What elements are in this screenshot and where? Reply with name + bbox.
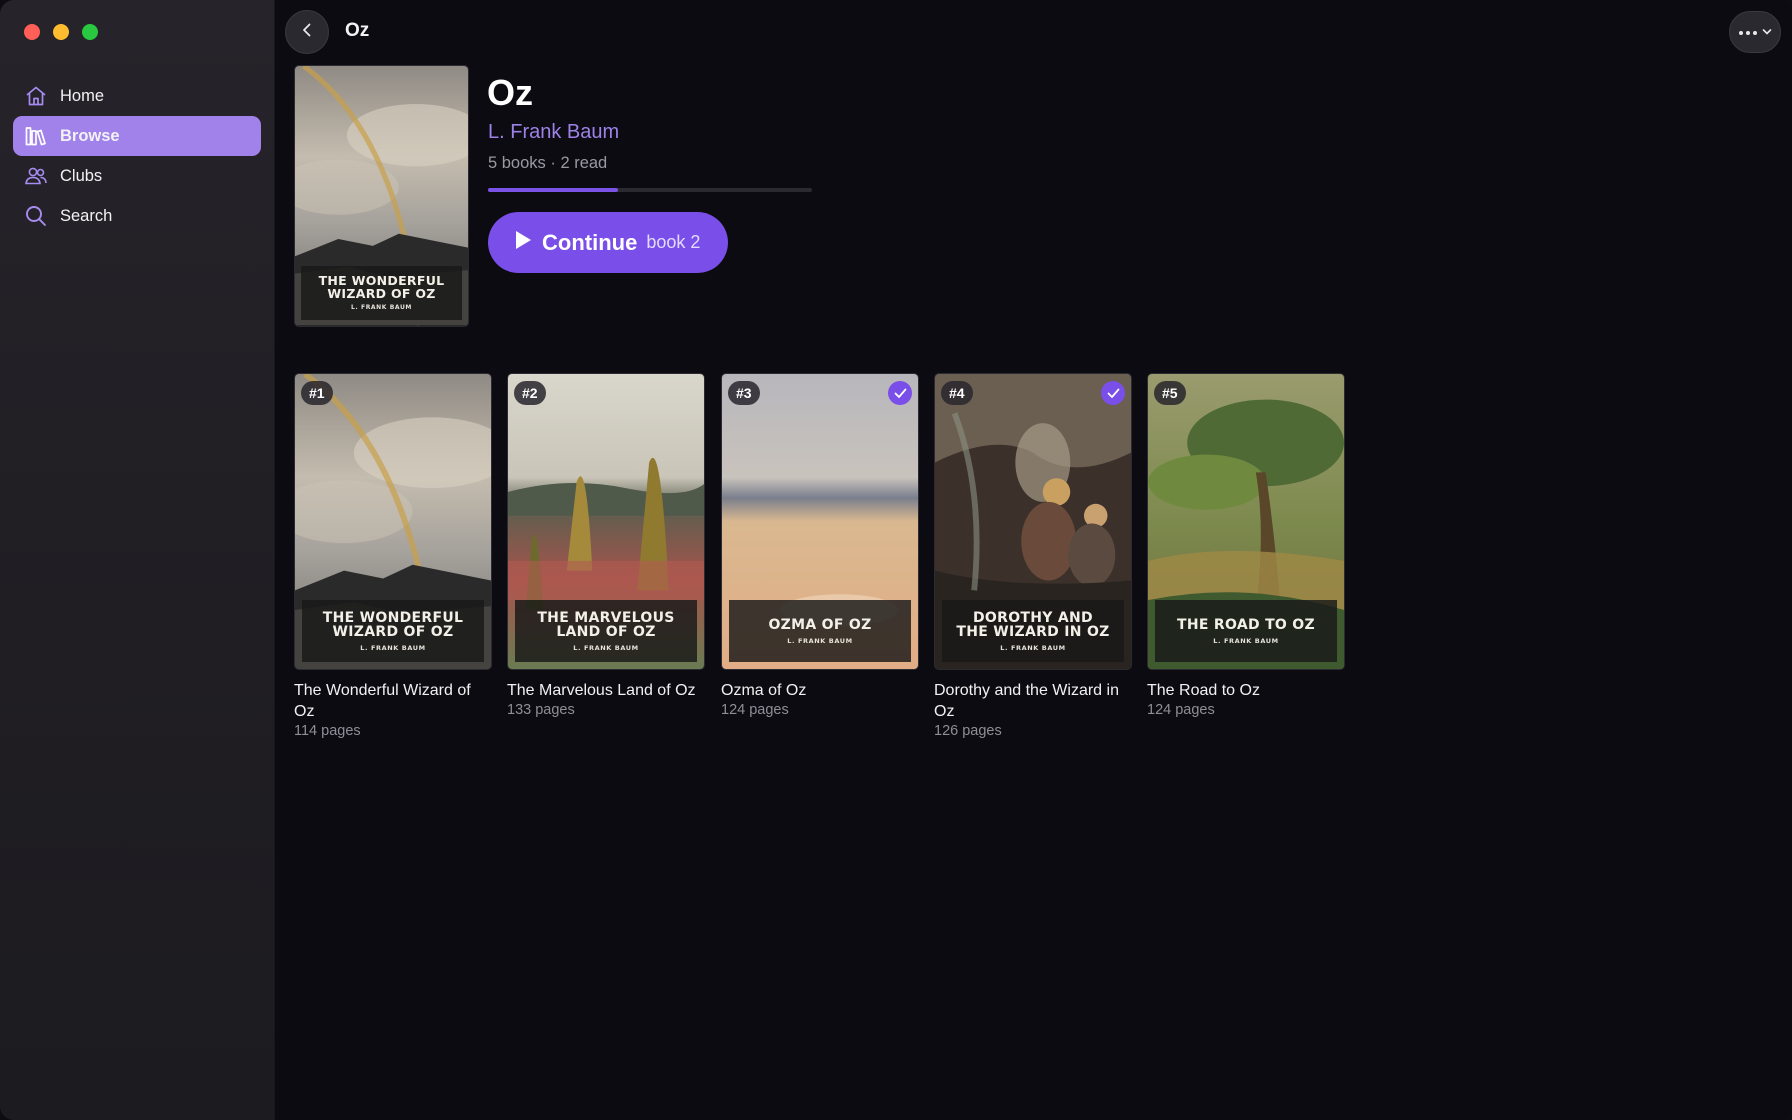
sidebar: Home Browse Clubs Search xyxy=(0,0,275,1120)
ellipsis-icon xyxy=(1738,23,1758,41)
sidebar-item-search[interactable]: Search xyxy=(13,196,261,236)
people-icon xyxy=(23,163,49,189)
cover-author: L. FRANK BAUM xyxy=(360,643,426,652)
series-progress-fill xyxy=(488,188,618,192)
read-check-icon xyxy=(1101,381,1125,405)
cover-title-plate: DOROTHY AND THE WIZARD IN OZ L. FRANK BA… xyxy=(942,600,1124,662)
book-cover[interactable]: #5 THE ROAD TO OZ L. FRANK BAUM xyxy=(1147,373,1345,670)
series-meta: 5 books · 2 read xyxy=(488,154,608,172)
book-card[interactable]: #4 DOROTHY AND THE WIZARD IN OZ L. FRANK… xyxy=(934,373,1132,739)
book-card[interactable]: #2 THE MARVELOUS LAND OF OZ L. FRANK BAU… xyxy=(507,373,705,718)
book-number-badge: #1 xyxy=(301,381,333,405)
book-cover[interactable]: #4 DOROTHY AND THE WIZARD IN OZ L. FRANK… xyxy=(934,373,1132,670)
zoom-window-button[interactable] xyxy=(82,24,98,40)
book-number-badge: #3 xyxy=(728,381,760,405)
cover-title: THE WONDERFUL WIZARD OF OZ xyxy=(322,609,464,640)
cover-title: DOROTHY AND THE WIZARD IN OZ xyxy=(956,609,1110,640)
window-controls xyxy=(24,24,98,40)
cover-title-plate: THE MARVELOUS LAND OF OZ L. FRANK BAUM xyxy=(515,600,697,662)
cover-author: L. FRANK BAUM xyxy=(1213,636,1279,645)
search-icon xyxy=(23,203,49,229)
book-pages: 124 pages xyxy=(1147,702,1215,718)
cover-title-plate: THE WONDERFUL WIZARD OF OZ L. FRANK BAUM xyxy=(302,600,484,662)
play-icon xyxy=(514,230,532,255)
book-pages: 126 pages xyxy=(934,723,1002,739)
cover-title-plate: THE WONDERFUL WIZARD OF OZ L. FRANK BAUM xyxy=(301,266,462,320)
book-pages: 124 pages xyxy=(721,702,789,718)
sidebar-item-browse[interactable]: Browse xyxy=(13,116,261,156)
book-title[interactable]: Dorothy and the Wizard in Oz xyxy=(934,680,1132,722)
cover-title-plate: OZMA OF OZ L. FRANK BAUM xyxy=(729,600,911,662)
series-title: Oz xyxy=(487,72,534,113)
home-icon xyxy=(23,83,49,109)
cover-author: L. FRANK BAUM xyxy=(573,643,639,652)
sidebar-item-home[interactable]: Home xyxy=(13,76,261,116)
book-card[interactable]: #1 THE WONDERFUL WIZARD OF OZ L. FRANK B… xyxy=(294,373,492,739)
series-cover: THE WONDERFUL WIZARD OF OZ L. FRANK BAUM xyxy=(294,65,469,327)
cover-title-plate: THE ROAD TO OZ L. FRANK BAUM xyxy=(1155,600,1337,662)
cover-author: L. FRANK BAUM xyxy=(1000,643,1066,652)
cover-author: L. FRANK BAUM xyxy=(787,636,853,645)
continue-sub-label: book 2 xyxy=(646,232,701,252)
more-options-button[interactable] xyxy=(1729,11,1781,53)
book-title[interactable]: The Road to Oz xyxy=(1147,680,1345,701)
library-icon xyxy=(23,123,49,149)
minimize-window-button[interactable] xyxy=(53,24,69,40)
book-card[interactable]: #5 THE ROAD TO OZ L. FRANK BAUM The Road… xyxy=(1147,373,1345,718)
sidebar-nav: Home Browse Clubs Search xyxy=(13,76,261,236)
book-pages: 133 pages xyxy=(507,702,575,718)
book-pages: 114 pages xyxy=(294,723,361,739)
cover-title: THE WONDERFUL WIZARD OF OZ xyxy=(318,273,445,301)
app-window: Home Browse Clubs Search Oz THE WONDERFU… xyxy=(0,0,1792,1120)
series-author-link[interactable]: L. Frank Baum xyxy=(488,121,619,144)
book-title[interactable]: The Wonderful Wizard of Oz xyxy=(294,680,492,722)
book-number-badge: #4 xyxy=(941,381,973,405)
back-button[interactable] xyxy=(285,10,329,54)
book-number-badge: #5 xyxy=(1154,381,1186,405)
chevron-down-icon xyxy=(1762,23,1772,41)
series-progress-bar xyxy=(488,188,812,192)
cover-author: L. FRANK BAUM xyxy=(351,304,412,311)
sidebar-item-label: Browse xyxy=(60,126,120,145)
sidebar-item-label: Home xyxy=(60,86,105,105)
book-cover[interactable]: #1 THE WONDERFUL WIZARD OF OZ L. FRANK B… xyxy=(294,373,492,670)
sidebar-item-clubs[interactable]: Clubs xyxy=(13,156,261,196)
close-window-button[interactable] xyxy=(24,24,40,40)
continue-label: Continue xyxy=(542,229,638,255)
continue-button[interactable]: Continue book 2 xyxy=(488,212,728,273)
sidebar-item-label: Clubs xyxy=(60,166,103,185)
sidebar-item-label: Search xyxy=(60,206,113,225)
book-number-badge: #2 xyxy=(514,381,546,405)
read-check-icon xyxy=(888,381,912,405)
book-cover[interactable]: #3 OZMA OF OZ L. FRANK BAUM xyxy=(721,373,919,670)
book-title[interactable]: The Marvelous Land of Oz xyxy=(507,680,705,701)
cover-title: THE MARVELOUS LAND OF OZ xyxy=(537,609,675,640)
book-cover[interactable]: #2 THE MARVELOUS LAND OF OZ L. FRANK BAU… xyxy=(507,373,705,670)
book-title[interactable]: Ozma of Oz xyxy=(721,680,919,701)
cover-title: THE ROAD TO OZ xyxy=(1177,616,1315,633)
cover-title: OZMA OF OZ xyxy=(768,616,872,633)
page-title: Oz xyxy=(345,20,370,41)
book-card[interactable]: #3 OZMA OF OZ L. FRANK BAUM Ozma of Oz 1… xyxy=(721,373,919,718)
chevron-left-icon xyxy=(299,22,315,43)
